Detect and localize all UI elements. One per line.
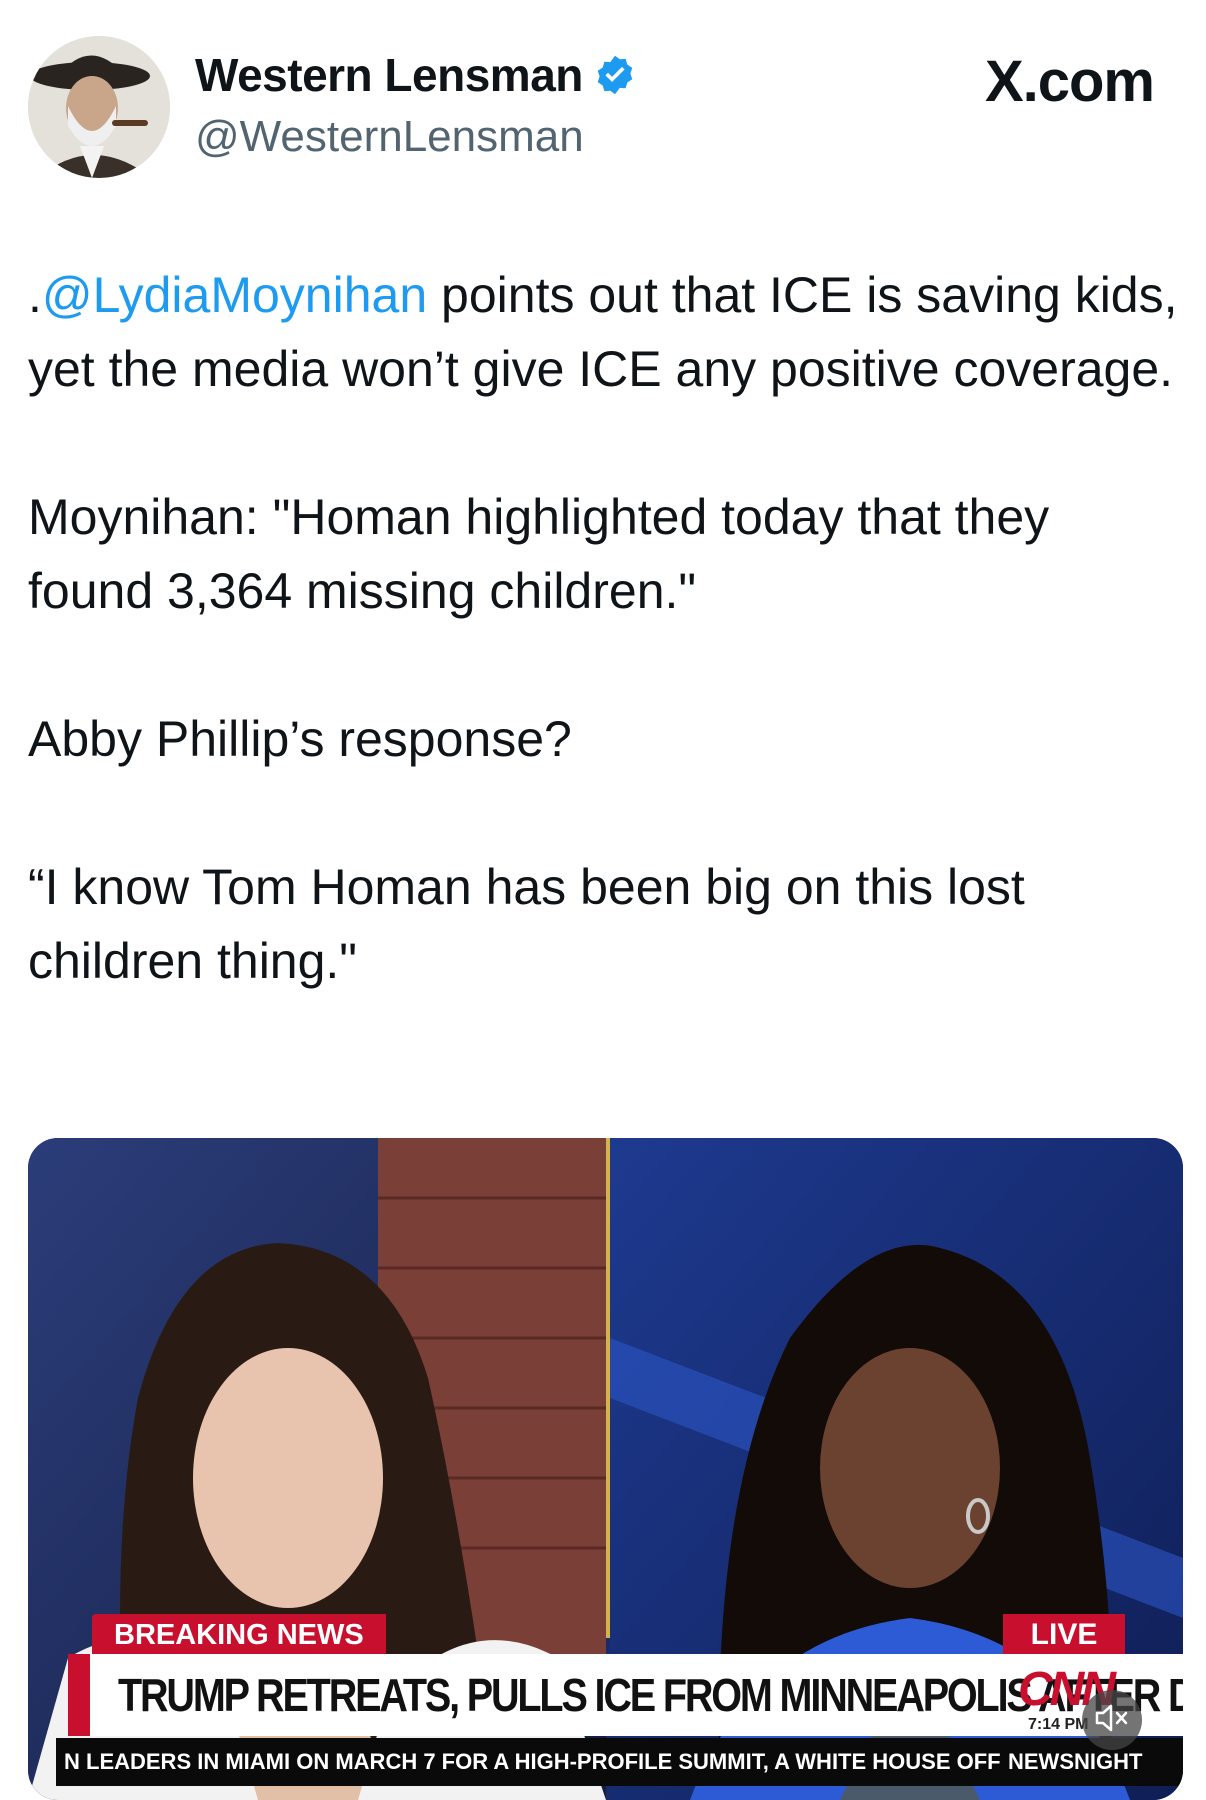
tweet-paragraph-4: “I know Tom Homan has been big on this l… [28, 859, 1025, 989]
tweet-paragraph-3: Abby Phillip’s response? [28, 711, 572, 767]
avatar-portrait-icon [28, 36, 170, 178]
mention-link[interactable]: @LydiaMoynihan [42, 267, 427, 323]
breaking-news-badge: BREAKING NEWS [92, 1614, 386, 1656]
ticker-text: N LEADERS IN MIAMI ON MARCH 7 FOR A HIGH… [64, 1749, 1001, 1774]
mention-prefix: . [28, 267, 42, 323]
video-player[interactable]: BREAKING NEWS LIVE TRUMP RETREATS, PULLS… [28, 1138, 1183, 1800]
tweet-header: Western Lensman @WesternLensman X.com [0, 0, 1206, 200]
broadcast-time: 7:14 PM [1028, 1716, 1089, 1733]
display-name[interactable]: Western Lensman [195, 48, 583, 102]
tweet-text: .@LydiaMoynihan points out that ICE is s… [28, 258, 1178, 1072]
site-label: X.com [984, 48, 1155, 115]
speaker-muted-icon [1095, 1703, 1129, 1738]
verified-badge-icon [593, 53, 637, 97]
tweet-paragraph-1: .@LydiaMoynihan points out that ICE is s… [28, 258, 1178, 406]
handle[interactable]: @WesternLensman [195, 112, 584, 162]
avatar[interactable] [28, 36, 170, 178]
tweet-paragraph-2: Moynihan: "Homan highlighted today that … [28, 489, 1050, 619]
name-row: Western Lensman [195, 48, 637, 102]
chyron-headline-bar: TRUMP RETREATS, PULLS ICE FROM MINNEAPOL… [68, 1654, 1183, 1736]
live-badge: LIVE [1003, 1614, 1125, 1656]
news-ticker: N LEADERS IN MIAMI ON MARCH 7 FOR A HIGH… [56, 1738, 1183, 1786]
mute-toggle-button[interactable] [1082, 1690, 1142, 1750]
site-label-text: X.com [984, 49, 1155, 114]
